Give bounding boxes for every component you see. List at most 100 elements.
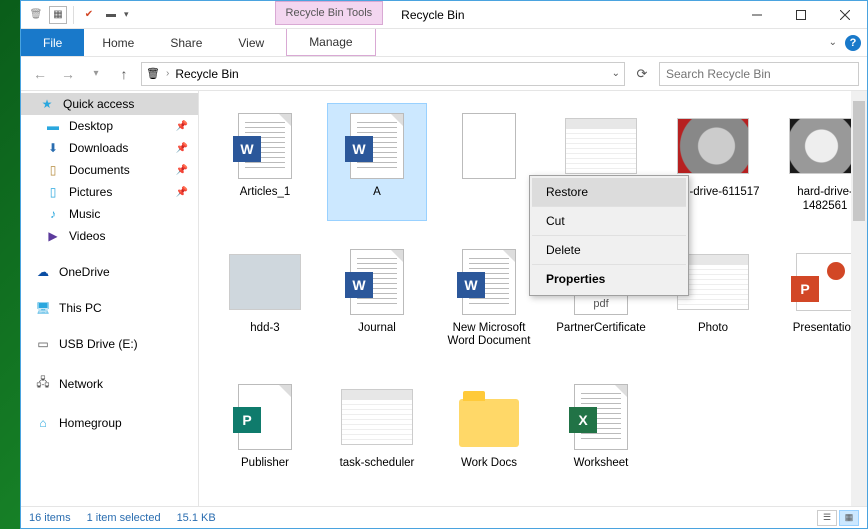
usb-icon: ▭ [35, 337, 51, 351]
qat-properties-button[interactable]: ✔ [80, 6, 98, 24]
file-item[interactable]: WA [327, 103, 427, 221]
window-controls [735, 1, 867, 28]
context-menu: Restore Cut Delete Properties [529, 175, 689, 296]
file-item[interactable]: Work Docs [439, 374, 539, 478]
file-label: New Microsoft Word Document [442, 322, 536, 350]
sidebar-label: USB Drive (E:) [59, 337, 138, 351]
sidebar-item-this-pc[interactable]: 🖥 This PC [21, 297, 198, 319]
context-menu-delete[interactable]: Delete [532, 236, 686, 265]
file-label: Journal [358, 322, 396, 336]
network-icon: 🖧 [35, 373, 51, 394]
file-label: hdd-3 [250, 322, 279, 336]
file-thumbnail [453, 381, 525, 453]
context-menu-restore[interactable]: Restore [532, 178, 686, 207]
sidebar-item-videos[interactable]: ▶ Videos [21, 225, 198, 247]
tab-manage[interactable]: Manage [286, 29, 375, 56]
file-thumbnail [453, 110, 525, 182]
contextual-tab-label: Recycle Bin Tools [275, 1, 384, 25]
sidebar-item-downloads[interactable]: ⬇ Downloads 📌 [21, 137, 198, 159]
search-box[interactable] [659, 62, 859, 86]
context-menu-cut[interactable]: Cut [532, 207, 686, 236]
file-item[interactable] [439, 103, 539, 221]
sidebar-item-desktop[interactable]: ▬ Desktop 📌 [21, 115, 198, 137]
help-icon[interactable]: ? [845, 35, 861, 51]
documents-icon: ▯ [45, 163, 61, 177]
file-label: task-scheduler [340, 457, 415, 471]
sidebar-item-quick-access[interactable]: ★ Quick access [21, 93, 198, 115]
sidebar-label: OneDrive [59, 265, 110, 279]
forward-button[interactable]: → [57, 63, 79, 85]
file-item[interactable]: W Journal [327, 239, 427, 357]
file-thumbnail [677, 110, 749, 182]
file-label: Worksheet [574, 457, 629, 471]
sidebar-label: Music [69, 207, 100, 221]
file-thumbnail [229, 246, 301, 318]
status-bar: 16 items 1 item selected 15.1 KB ☰ ▦ [21, 506, 867, 528]
maximize-button[interactable] [779, 1, 823, 28]
recent-locations-dropdown[interactable]: ▾ [85, 63, 107, 85]
file-thumbnail: P [229, 381, 301, 453]
up-button[interactable]: ↑ [113, 63, 135, 85]
sidebar-item-homegroup[interactable]: ⌂ Homegroup [21, 412, 198, 434]
window-title: Recycle Bin [383, 1, 735, 28]
file-item[interactable]: WArticles_1 [215, 103, 315, 221]
status-selection: 1 item selected [87, 512, 161, 524]
address-dropdown-icon[interactable]: ⌄ [612, 68, 620, 79]
search-input[interactable] [666, 67, 852, 81]
close-button[interactable] [823, 1, 867, 28]
ribbon-tabs: File Home Share View Manage ⌄ ? [21, 29, 867, 57]
file-list[interactable]: WArticles_1WAdropboxhard-drive-611517har… [199, 91, 867, 506]
sidebar-label: Downloads [69, 141, 128, 155]
qat-button-1[interactable]: ▦ [49, 6, 67, 24]
vertical-scrollbar[interactable] [851, 91, 867, 506]
videos-icon: ▶ [45, 229, 61, 243]
qat-button-3[interactable]: ▬ [102, 6, 120, 24]
sidebar-label: Documents [69, 163, 130, 177]
music-icon: ♪ [45, 207, 61, 221]
homegroup-icon: ⌂ [35, 416, 51, 430]
recycle-bin-icon: 🗑 [27, 6, 45, 24]
sidebar-item-music[interactable]: ♪ Music [21, 203, 198, 225]
qat-dropdown[interactable]: ▾ [124, 9, 129, 20]
tab-file[interactable]: File [21, 29, 84, 56]
file-label: Publisher [241, 457, 289, 471]
sidebar-label: Desktop [69, 119, 113, 133]
sidebar-item-documents[interactable]: ▯ Documents 📌 [21, 159, 198, 181]
status-size: 15.1 KB [177, 512, 216, 524]
sidebar-label: Quick access [63, 97, 134, 111]
sidebar-label: Network [59, 377, 103, 391]
sidebar-item-pictures[interactable]: ▯ Pictures 📌 [21, 181, 198, 203]
pin-icon: 📌 [176, 143, 188, 154]
file-item[interactable]: task-scheduler [327, 374, 427, 478]
breadcrumb-location[interactable]: Recycle Bin [175, 67, 238, 81]
file-label: Articles_1 [240, 186, 291, 200]
tab-share[interactable]: Share [152, 29, 220, 56]
file-item[interactable]: hdd-3 [215, 239, 315, 357]
sidebar-item-onedrive[interactable]: ☁ OneDrive [21, 261, 198, 283]
context-menu-properties[interactable]: Properties [532, 265, 686, 293]
file-thumbnail: W [341, 246, 413, 318]
file-item[interactable]: P Publisher [215, 374, 315, 478]
file-label: Work Docs [461, 457, 517, 471]
quick-access-toolbar: 🗑 ▦ ✔ ▬ ▾ [21, 1, 135, 28]
view-large-icons-button[interactable]: ▦ [839, 510, 859, 526]
explorer-window: 🗑 ▦ ✔ ▬ ▾ Recycle Bin Tools Recycle Bin … [20, 0, 868, 529]
file-label: Presentation [793, 322, 858, 336]
tab-home[interactable]: Home [84, 29, 152, 56]
sidebar-item-network[interactable]: 🖧 Network [21, 369, 198, 398]
file-item[interactable]: XWorksheet [551, 374, 651, 478]
back-button[interactable]: ← [29, 63, 51, 85]
view-details-button[interactable]: ☰ [817, 510, 837, 526]
refresh-button[interactable]: ⟳ [631, 63, 653, 85]
star-icon: ★ [39, 97, 55, 111]
recycle-bin-icon-small: 🗑 [146, 67, 160, 80]
file-thumbnail [565, 110, 637, 182]
scrollbar-thumb[interactable] [853, 101, 865, 221]
sidebar-item-usb-drive[interactable]: ▭ USB Drive (E:) [21, 333, 198, 355]
file-item[interactable]: WNew Microsoft Word Document [439, 239, 539, 357]
tab-view[interactable]: View [220, 29, 282, 56]
breadcrumb-box[interactable]: 🗑 › Recycle Bin ⌄ [141, 62, 625, 86]
minimize-button[interactable] [735, 1, 779, 28]
downloads-icon: ⬇ [45, 141, 61, 155]
expand-ribbon-icon[interactable]: ⌄ [829, 37, 837, 48]
